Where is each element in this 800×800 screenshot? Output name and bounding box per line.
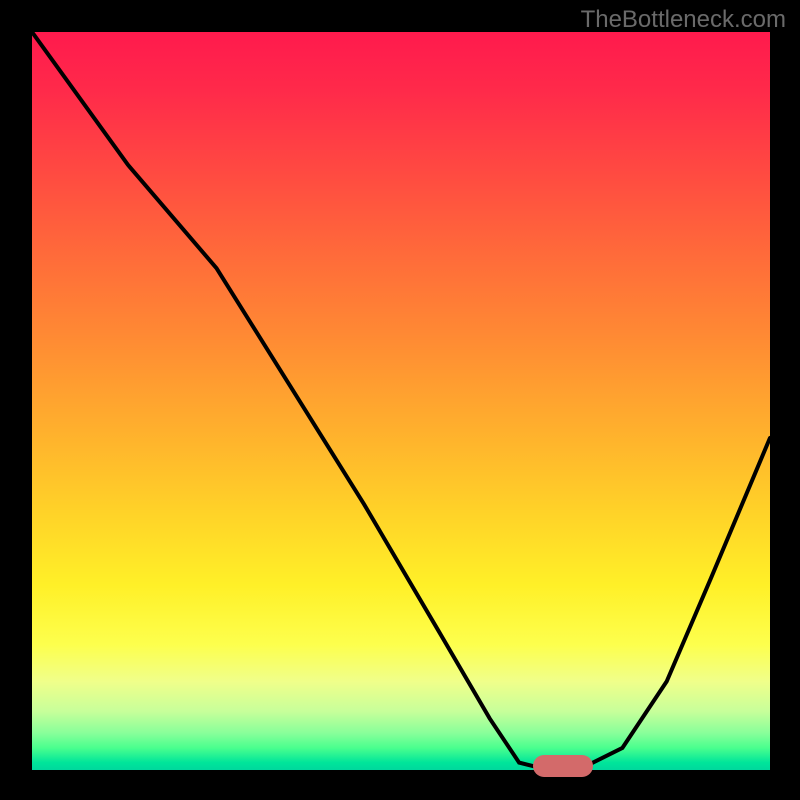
optimum-marker	[533, 755, 593, 777]
chart-plot-area	[32, 32, 770, 770]
chart-svg	[32, 32, 770, 770]
bottleneck-curve-path	[32, 32, 770, 770]
watermark-text: TheBottleneck.com	[581, 6, 786, 34]
